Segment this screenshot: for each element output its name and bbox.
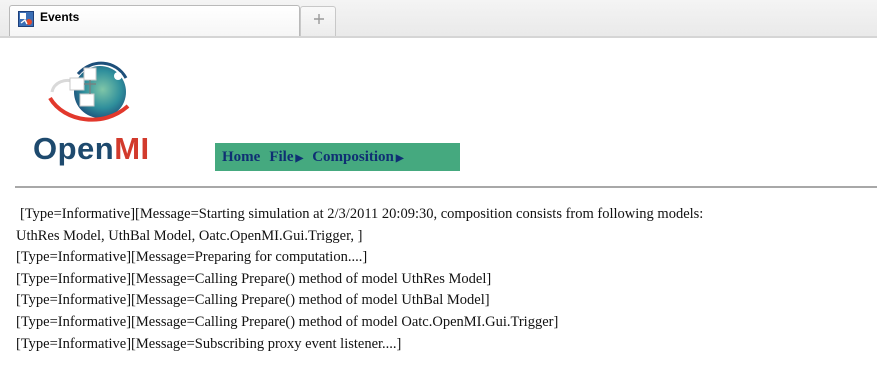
log-line: [Type=Informative][Message=Calling Prepa…: [16, 313, 559, 330]
log-line: [Type=Informative][Message=Preparing for…: [16, 249, 368, 266]
menu-item-composition-label: Composition: [312, 148, 394, 165]
tab-events-label: Events: [40, 10, 80, 24]
menu-item-file-label: File: [269, 148, 294, 165]
submenu-arrow-icon: ▶: [395, 152, 404, 164]
menu-item-home-label: Home: [222, 148, 261, 165]
menu-item-home[interactable]: Home: [222, 149, 260, 166]
logo-text-main: Open: [33, 131, 115, 166]
tab-strip-border: [0, 36, 877, 38]
plus-icon: [314, 14, 324, 24]
main-menu-bar: Home File ▶ Composition ▶: [215, 143, 460, 171]
openmi-logo-text: OpenMI: [33, 131, 150, 167]
menu-item-composition[interactable]: Composition ▶: [312, 149, 403, 166]
menu-item-file[interactable]: File ▶: [269, 149, 303, 166]
log-line: [Type=Informative][Message=Calling Prepa…: [16, 292, 490, 309]
log-line: [Type=Informative][Message=Subscribing p…: [16, 335, 402, 352]
horizontal-divider: [15, 186, 877, 188]
submenu-arrow-icon: ▶: [295, 152, 304, 164]
events-tab-icon: [18, 11, 34, 27]
openmi-logo-icon: [48, 61, 130, 122]
log-line: [Type=Informative][Message=Calling Prepa…: [16, 270, 492, 287]
log-line: [Type=Informative][Message=Starting simu…: [20, 206, 704, 222]
event-log: [Type=Informative][Message=Starting simu…: [16, 204, 870, 355]
logo-text-accent: MI: [114, 131, 150, 166]
log-line: UthRes Model, UthBal Model, Oatc.OpenMI.…: [16, 227, 363, 244]
